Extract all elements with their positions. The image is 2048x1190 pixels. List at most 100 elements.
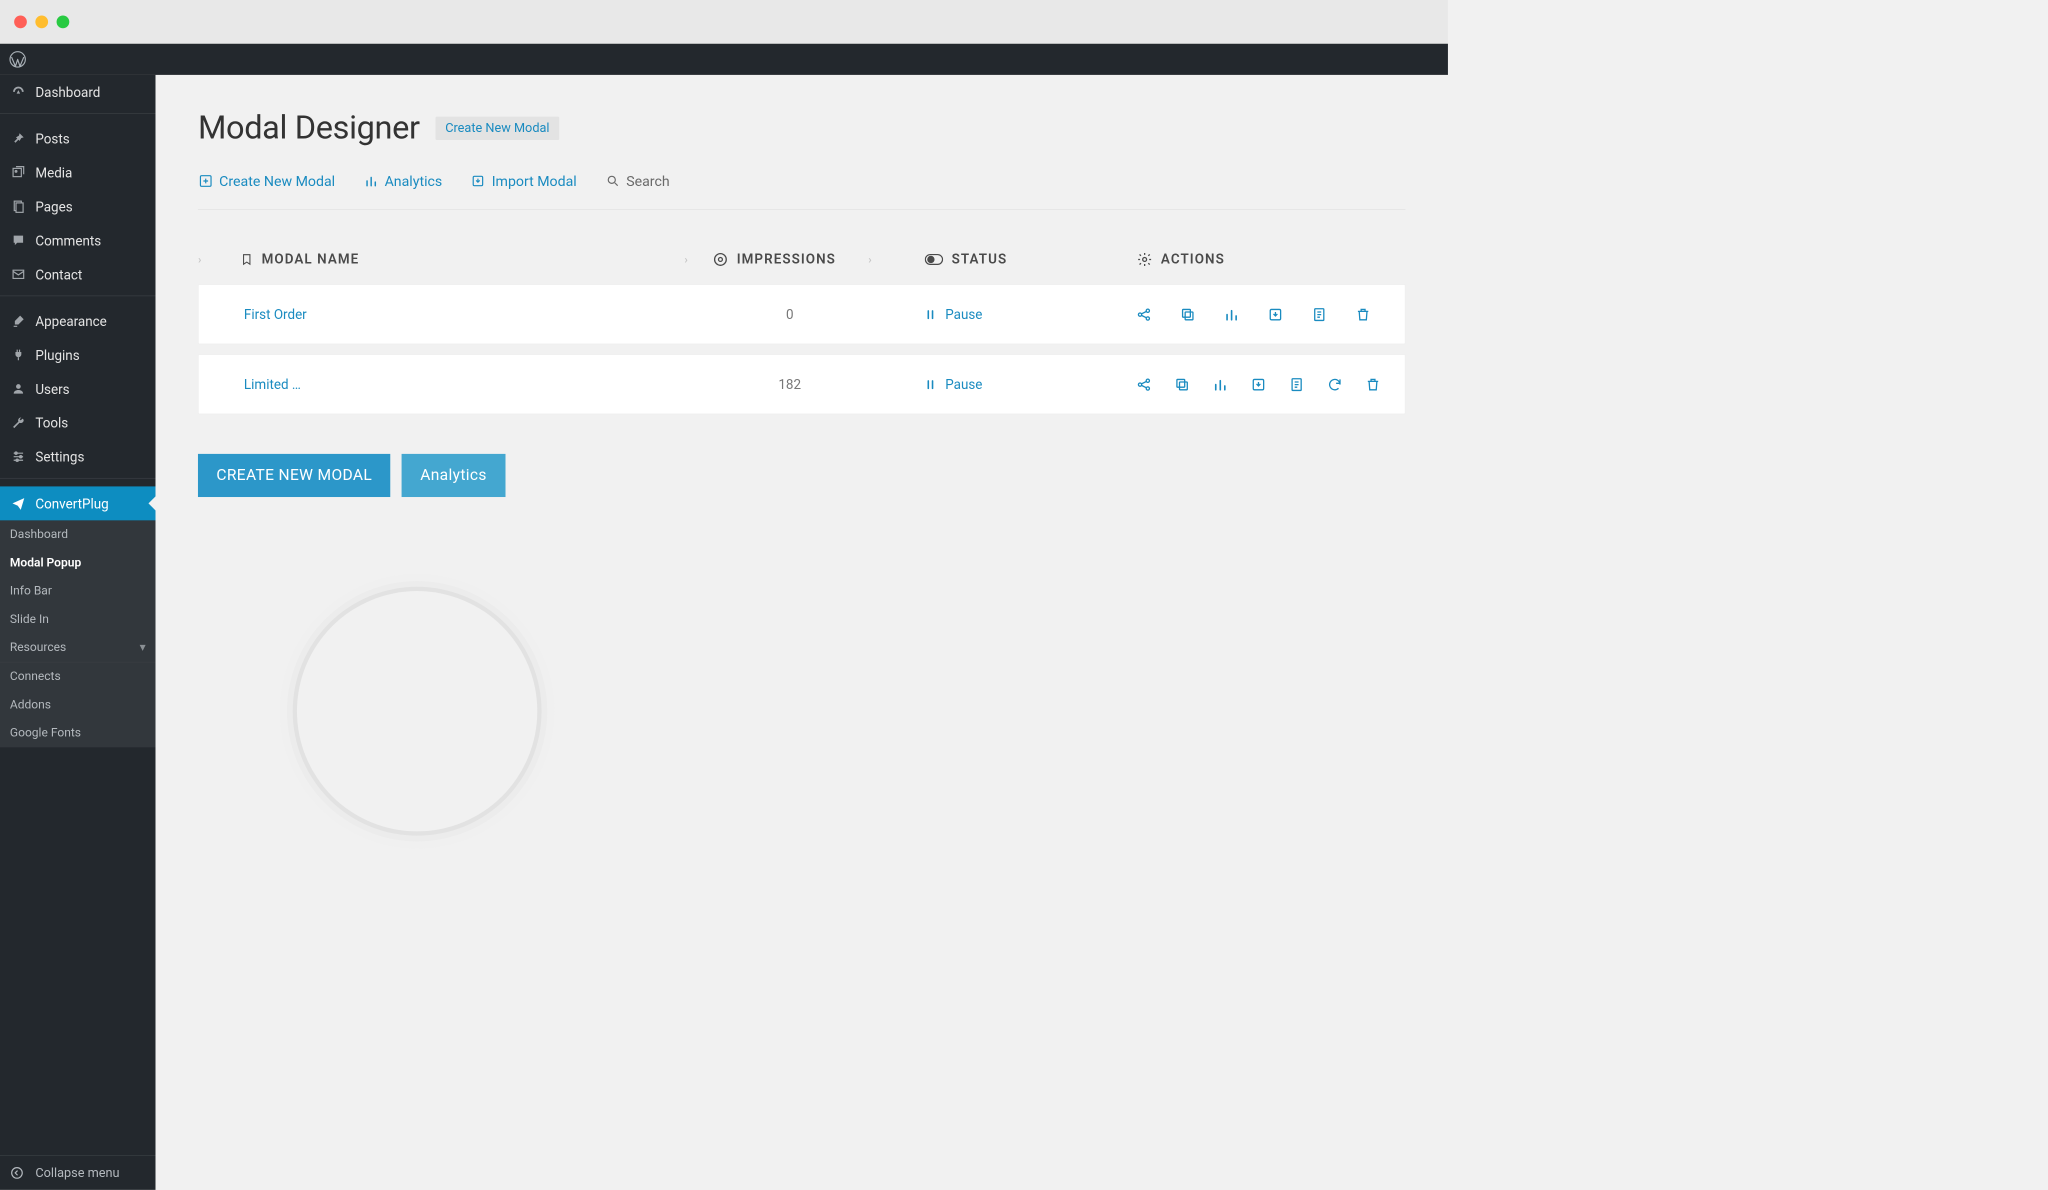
th-label: ACTIONS	[1161, 251, 1225, 267]
sidebar-item-convertplug[interactable]: ConvertPlug	[0, 486, 156, 520]
sidebar-separator	[0, 478, 156, 482]
th-label: IMPRESSIONS	[737, 251, 836, 267]
sidebar-item-label: Media	[35, 164, 72, 180]
sliders-icon	[10, 448, 27, 465]
main-content: Modal Designer Create New Modal Create N…	[156, 75, 1448, 1190]
traffic-light-minimize[interactable]	[35, 15, 48, 28]
comment-icon	[10, 232, 27, 249]
sidebar-item-label: Posts	[35, 130, 69, 146]
plug-icon	[10, 346, 27, 363]
chevron-right-icon: ›	[868, 252, 872, 265]
collapse-label: Collapse menu	[35, 1166, 119, 1181]
toolbar-import-modal[interactable]: Import Modal	[470, 173, 576, 190]
notes-icon[interactable]	[1289, 376, 1305, 392]
sidebar-item-contact[interactable]: Contact	[0, 257, 156, 291]
submenu-label: Google Fonts	[10, 726, 81, 740]
analytics-icon[interactable]	[1224, 306, 1240, 322]
brush-icon	[10, 312, 27, 329]
sidebar-item-label: Settings	[35, 449, 84, 465]
status-pause[interactable]: Pause	[924, 376, 1136, 392]
impressions-value: 182	[712, 376, 868, 392]
trash-icon[interactable]	[1355, 306, 1371, 322]
th-status[interactable]: STATUS	[925, 251, 1137, 267]
toolbar-label: Analytics	[385, 173, 443, 190]
sidebar-item-dashboard[interactable]: Dashboard	[0, 75, 156, 109]
sidebar-separator	[0, 296, 156, 300]
th-label: MODAL NAME	[262, 251, 360, 267]
paper-plane-icon	[10, 495, 27, 512]
submenu-label: Modal Popup	[10, 556, 81, 570]
create-new-modal-title-action[interactable]: Create New Modal	[435, 116, 559, 139]
th-modal-name[interactable]: MODAL NAME	[240, 251, 684, 267]
share-icon[interactable]	[1136, 376, 1152, 392]
status-pause[interactable]: Pause	[924, 306, 1136, 322]
collapse-menu[interactable]: Collapse menu	[0, 1155, 156, 1190]
user-icon	[10, 380, 27, 397]
sidebar-item-label: Appearance	[35, 313, 106, 329]
sidebar-item-label: Users	[35, 381, 69, 397]
download-icon[interactable]	[1251, 376, 1267, 392]
trash-icon[interactable]	[1365, 376, 1381, 392]
share-icon[interactable]	[1136, 306, 1152, 322]
notes-icon[interactable]	[1311, 306, 1327, 322]
eye-icon	[713, 251, 729, 267]
sidebar-item-label: Tools	[35, 415, 68, 431]
sidebar-item-plugins[interactable]: Plugins	[0, 338, 156, 372]
sidebar-item-settings[interactable]: Settings	[0, 440, 156, 474]
create-new-modal-button[interactable]: CREATE NEW MODAL	[198, 454, 391, 497]
gear-icon	[1137, 251, 1153, 267]
chevron-right-icon: ›	[198, 252, 202, 265]
row-actions	[1136, 376, 1405, 392]
toolbar-create-new-modal[interactable]: Create New Modal	[198, 173, 335, 190]
th-impressions[interactable]: IMPRESSIONS	[713, 251, 869, 267]
wordpress-logo-icon[interactable]	[8, 50, 26, 68]
download-icon[interactable]	[1268, 306, 1284, 322]
sidebar-item-pages[interactable]: Pages	[0, 189, 156, 223]
toolbar-label: Create New Modal	[219, 173, 335, 190]
submenu-google-fonts[interactable]: Google Fonts	[0, 719, 156, 747]
traffic-light-zoom[interactable]	[57, 15, 70, 28]
sidebar-item-comments[interactable]: Comments	[0, 223, 156, 257]
sidebar-item-label: Pages	[35, 198, 72, 214]
status-label: Pause	[945, 306, 982, 322]
analytics-icon	[363, 173, 379, 189]
toolbar-label: Import Modal	[492, 173, 577, 190]
modal-name-link[interactable]: Limited …	[241, 376, 684, 392]
modal-name-link[interactable]: First Order	[241, 306, 684, 322]
submenu-modal-popup[interactable]: Modal Popup	[0, 549, 156, 577]
sidebar-item-appearance[interactable]: Appearance	[0, 304, 156, 338]
collapse-icon	[10, 1165, 27, 1182]
row-actions	[1136, 306, 1405, 322]
sidebar-item-tools[interactable]: Tools	[0, 406, 156, 440]
analytics-icon[interactable]	[1213, 376, 1229, 392]
admin-sidebar: Dashboard Posts Media Pages Comments Con…	[0, 75, 156, 1190]
sidebar-item-label: Dashboard	[35, 84, 100, 100]
analytics-button[interactable]: Analytics	[402, 454, 505, 497]
sidebar-separator	[0, 113, 156, 117]
submenu-addons[interactable]: Addons	[0, 691, 156, 719]
pin-icon	[10, 130, 27, 147]
toolbar-analytics[interactable]: Analytics	[363, 173, 442, 190]
traffic-light-close[interactable]	[14, 15, 27, 28]
submenu-label: Info Bar	[10, 584, 52, 598]
submenu-info-bar[interactable]: Info Bar	[0, 577, 156, 605]
refresh-icon[interactable]	[1327, 376, 1343, 392]
plus-square-icon	[198, 173, 214, 189]
submenu-slide-in[interactable]: Slide In	[0, 605, 156, 633]
copy-icon[interactable]	[1174, 376, 1190, 392]
toolbar-search[interactable]: Search	[605, 173, 670, 190]
sidebar-item-media[interactable]: Media	[0, 156, 156, 190]
sidebar-item-posts[interactable]: Posts	[0, 122, 156, 156]
mail-icon	[10, 266, 27, 283]
submenu-label: Addons	[10, 698, 51, 712]
submenu-connects[interactable]: Connects	[0, 662, 156, 690]
wp-admin-bar	[0, 44, 1448, 75]
sidebar-item-label: Plugins	[35, 347, 79, 363]
submenu-dashboard[interactable]: Dashboard	[0, 520, 156, 548]
toolbar-label: Search	[626, 173, 669, 190]
sidebar-submenu-2: Connects Addons Google Fonts	[0, 662, 156, 748]
sidebar-item-users[interactable]: Users	[0, 372, 156, 406]
table-row: Limited … 182 Pause	[198, 354, 1406, 414]
submenu-resources[interactable]: Resources▾	[0, 633, 156, 661]
copy-icon[interactable]	[1180, 306, 1196, 322]
